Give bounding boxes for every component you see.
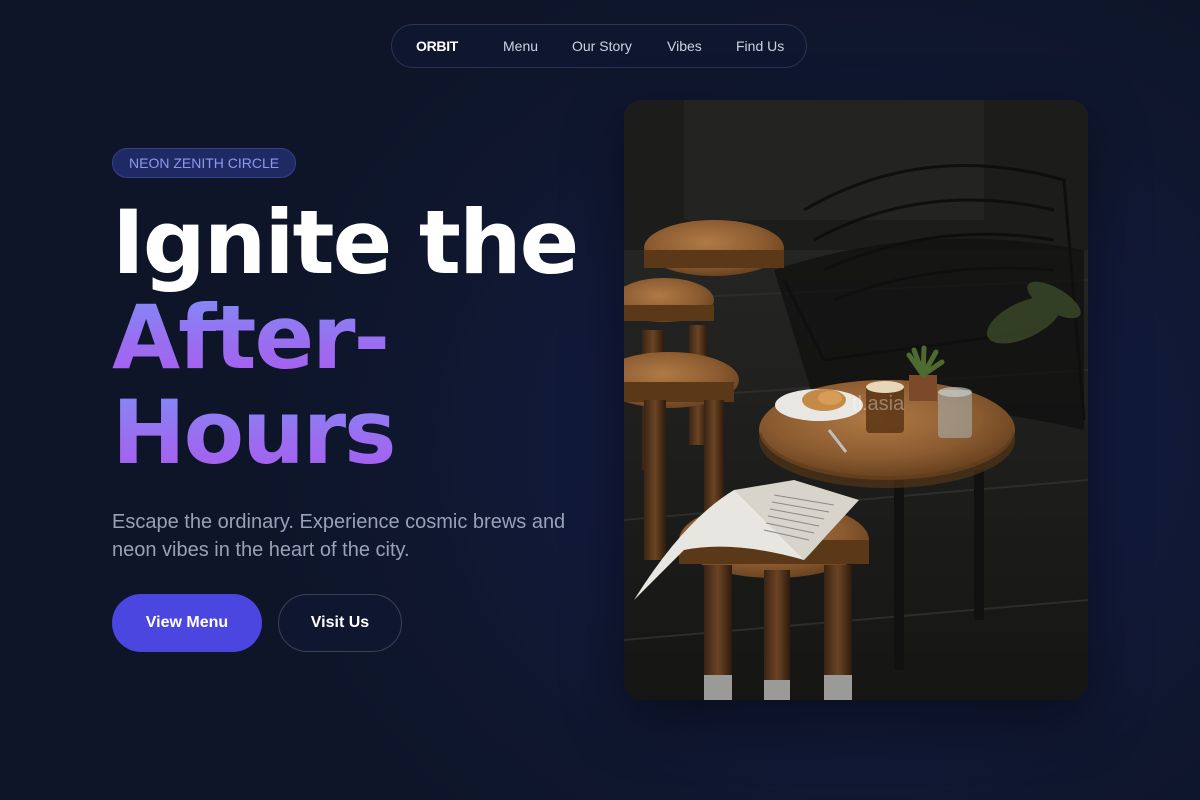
hero-badge: NEON ZENITH CIRCLE	[112, 148, 297, 178]
top-navigation: ORBIT Menu Our Story Vibes Find Us	[391, 24, 807, 68]
nav-link-our-story[interactable]: Our Story	[572, 38, 632, 54]
nav-link-find-us[interactable]: Find Us	[736, 38, 784, 54]
photo-watermark: tl.asia	[852, 393, 905, 415]
headline-line-3: Hours	[112, 385, 577, 480]
view-menu-button[interactable]: View Menu	[112, 594, 262, 652]
headline-line-2: After-	[112, 290, 577, 385]
nav-link-vibes[interactable]: Vibes	[667, 38, 702, 54]
headline-line-1: Ignite the	[112, 191, 579, 294]
nav-link-menu[interactable]: Menu	[503, 38, 538, 54]
cafe-photo: tl.asia	[624, 100, 1088, 700]
brand-logo[interactable]: ORBIT	[416, 38, 458, 54]
visit-us-button[interactable]: Visit Us	[278, 594, 402, 652]
hero-subtitle: Escape the ordinary. Experience cosmic b…	[112, 511, 566, 561]
cafe-scene-image: tl.asia	[624, 100, 1088, 700]
hero-headline: Ignite the After- Hours	[112, 191, 579, 480]
